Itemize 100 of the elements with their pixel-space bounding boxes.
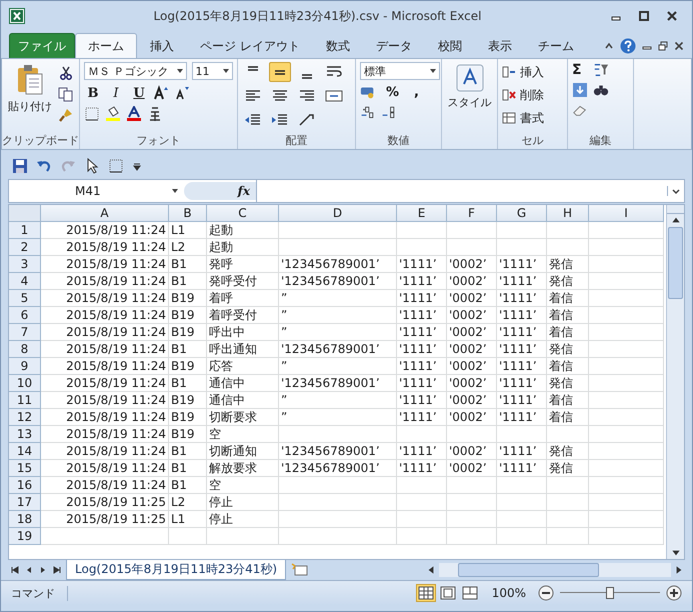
ribbon-tab[interactable]: 数式 xyxy=(312,33,363,58)
ribbon-tab[interactable]: 挿入 xyxy=(137,33,187,58)
row-header[interactable]: 4 xyxy=(9,273,41,290)
insert-function-button[interactable]: fx xyxy=(238,184,250,198)
ribbon-tab[interactable]: 校閲 xyxy=(424,33,475,58)
shrink-font-icon[interactable] xyxy=(174,85,190,101)
collapse-ribbon-icon[interactable] xyxy=(604,40,614,50)
row-header[interactable]: 18 xyxy=(9,511,41,528)
row-header[interactable]: 9 xyxy=(9,358,41,375)
insert-cells-button[interactable]: 挿入 xyxy=(502,62,563,82)
row-header[interactable]: 8 xyxy=(9,341,41,358)
grow-font-icon[interactable] xyxy=(153,85,169,101)
column-header[interactable]: E xyxy=(397,205,447,222)
help-icon[interactable] xyxy=(620,38,636,54)
close-icon[interactable] xyxy=(674,40,684,50)
save-icon[interactable] xyxy=(12,158,28,174)
row-header[interactable]: 7 xyxy=(9,324,41,341)
font-name-field[interactable]: ＭＳ Ｐゴシック xyxy=(84,62,187,80)
border-icon[interactable] xyxy=(108,158,124,174)
table-cell: '1111’ xyxy=(497,256,547,273)
row-header[interactable]: 16 xyxy=(9,477,41,494)
decrease-decimal-icon[interactable] xyxy=(381,104,397,120)
undo-icon[interactable] xyxy=(36,158,52,174)
ribbon-tab[interactable]: データ xyxy=(362,33,425,58)
table-cell: 起動 xyxy=(207,222,279,239)
scissors-icon[interactable] xyxy=(58,65,74,81)
table-cell: 発呼 xyxy=(207,256,279,273)
row-header[interactable]: 17 xyxy=(9,494,41,511)
row-header[interactable]: 12 xyxy=(9,409,41,426)
ribbon-tab[interactable]: ホーム xyxy=(75,33,137,58)
column-header[interactable]: F xyxy=(447,205,497,222)
comma-button[interactable]: , xyxy=(409,84,424,100)
styles-button[interactable]: スタイル xyxy=(446,62,494,112)
ribbon-tab[interactable]: チーム xyxy=(524,33,587,58)
table-cell: '1111’ xyxy=(397,375,447,392)
zoom-in-icon[interactable] xyxy=(666,585,682,601)
page-break-view-icon[interactable] xyxy=(460,584,480,602)
row-header[interactable]: 19 xyxy=(9,528,41,545)
copy-icon[interactable] xyxy=(58,86,74,102)
column-header[interactable]: C xyxy=(207,205,279,222)
number-format-field[interactable]: 標準 xyxy=(360,62,440,80)
first-sheet-icon[interactable] xyxy=(10,565,20,575)
fill-down-icon[interactable] xyxy=(572,82,588,98)
table-cell: '1111’ xyxy=(497,409,547,426)
font-color-icon[interactable] xyxy=(126,106,142,122)
column-header[interactable]: G xyxy=(497,205,547,222)
ribbon-tab[interactable]: ページ レイアウト xyxy=(187,33,313,58)
brush-icon[interactable] xyxy=(58,107,74,123)
column-header[interactable]: I xyxy=(589,205,664,222)
table-cell: '1111’ xyxy=(397,341,447,358)
font-size-field[interactable]: 11 xyxy=(192,62,233,80)
vertical-align-icon[interactable] xyxy=(269,62,291,82)
italic-button[interactable]: I xyxy=(107,84,125,102)
row-header[interactable]: 11 xyxy=(9,392,41,409)
row-header[interactable]: 14 xyxy=(9,443,41,460)
row-header[interactable]: 10 xyxy=(9,375,41,392)
customize-icon[interactable] xyxy=(132,161,142,171)
fill-color-icon[interactable] xyxy=(105,106,121,122)
close-icon[interactable] xyxy=(666,10,678,22)
column-header[interactable]: A xyxy=(41,205,169,222)
autosum-button[interactable]: Σ xyxy=(572,62,588,78)
delete-cells-button[interactable]: 削除 xyxy=(502,85,563,105)
group-label: フォント xyxy=(136,133,182,149)
zoom-out-icon[interactable] xyxy=(538,585,554,601)
column-header[interactable]: H xyxy=(547,205,589,222)
ribbon-tab[interactable]: 表示 xyxy=(474,33,525,58)
file-tab[interactable]: ファイル xyxy=(9,33,75,58)
paste-button[interactable]: 貼り付け xyxy=(6,62,54,116)
underline-button[interactable]: U xyxy=(130,84,148,102)
format-cells-button[interactable]: 書式 xyxy=(502,108,563,128)
table-cell: 2015/8/19 11:24 xyxy=(41,222,169,239)
scrollbar-thumb[interactable] xyxy=(668,227,683,299)
name-box[interactable]: M41 xyxy=(9,180,184,202)
row-header[interactable]: 2 xyxy=(9,239,41,256)
zoom-level[interactable]: 100% xyxy=(486,586,532,600)
table-cell: 停止 xyxy=(207,494,279,511)
row-header[interactable]: 15 xyxy=(9,460,41,477)
table-cell: B1 xyxy=(169,477,207,494)
new-sheet-icon[interactable] xyxy=(290,563,310,577)
restore-icon[interactable] xyxy=(658,40,668,50)
row-header[interactable]: 1 xyxy=(9,222,41,239)
sort-filter-icon[interactable] xyxy=(593,62,609,78)
row-header[interactable]: 13 xyxy=(9,426,41,443)
phonetic-icon[interactable] xyxy=(147,106,163,122)
border-icon[interactable] xyxy=(84,106,100,122)
bold-button[interactable]: B xyxy=(84,84,102,102)
zoom-slider-thumb[interactable] xyxy=(606,587,614,599)
sheet-tab[interactable]: Log(2015年8月19日11時23分41秒) xyxy=(66,560,286,580)
maximize-icon[interactable] xyxy=(638,10,650,22)
column-header[interactable]: D xyxy=(279,205,397,222)
column-header[interactable]: B xyxy=(169,205,207,222)
row-header[interactable]: 3 xyxy=(9,256,41,273)
percent-button[interactable]: % xyxy=(381,84,404,100)
row-header[interactable]: 5 xyxy=(9,290,41,307)
scrollbar-thumb[interactable] xyxy=(458,563,599,577)
row-header[interactable]: 6 xyxy=(9,307,41,324)
last-sheet-icon[interactable] xyxy=(52,565,62,575)
normal-view-icon[interactable] xyxy=(416,584,436,602)
page-layout-view-icon[interactable] xyxy=(438,584,458,602)
increase-decimal-icon[interactable] xyxy=(360,104,376,120)
